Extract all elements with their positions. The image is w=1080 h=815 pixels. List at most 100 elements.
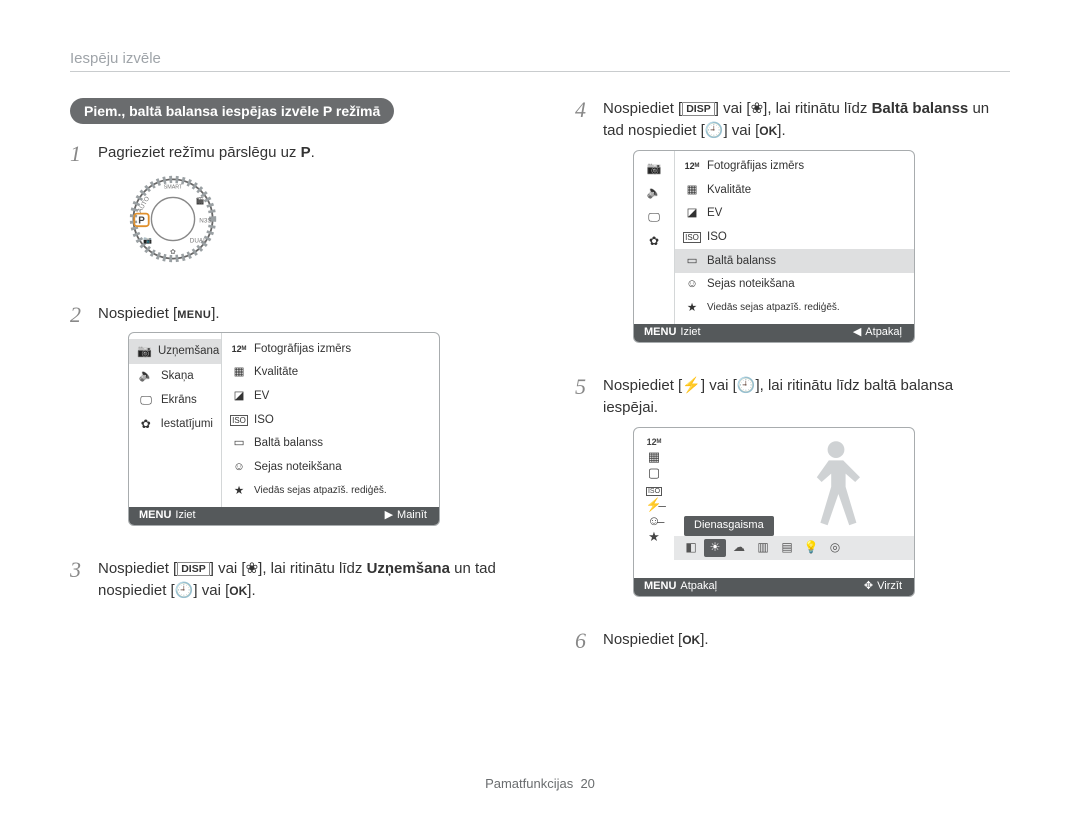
speaker-icon: 🔈 — [645, 184, 663, 201]
star-icon: ★ — [638, 530, 670, 543]
iso-icon: ISO — [638, 482, 670, 495]
gear-icon: ✿ — [645, 233, 663, 250]
lcd-menu-screen: 📷Uzņemšana 🔈Skaņa 🖵Ekrāns ✿Iestatījumi 1… — [128, 332, 440, 526]
ok-button-icon: OK — [759, 124, 777, 138]
wb-custom-icon[interactable]: ◎ — [824, 539, 846, 557]
self-timer-icon: 🕘 — [737, 377, 756, 394]
wb-fluorescent-h-icon[interactable]: ▥ — [752, 539, 774, 557]
self-timer-icon: 🕘 — [705, 122, 724, 139]
menu-item-ev[interactable]: ◪EV — [675, 202, 914, 226]
step-number: 2 — [70, 303, 84, 536]
camera-icon: 📷 — [645, 160, 663, 177]
step-4: 4 Nospiediet [DISP] vai [❀], lai ritināt… — [575, 98, 1010, 353]
svg-text:SMART: SMART — [164, 184, 183, 190]
step-number: 3 — [70, 558, 84, 602]
page-footer: Pamatfunkcijas 20 — [0, 776, 1080, 791]
menu-item-smart-face[interactable]: ★Viedās sejas atpazīš. rediģēš. — [675, 297, 914, 321]
menu-item-face-detection[interactable]: ☺Sejas noteikšana — [222, 456, 439, 480]
size-icon: 12ᴹ — [683, 158, 701, 175]
wb-auto-icon[interactable]: ◧ — [680, 539, 702, 557]
face-off-icon: ☺̶ — [638, 514, 670, 527]
mode-dial-illustration: SMART 🎬 N3S DUAL ✿ 📷 AUTO P — [128, 174, 218, 264]
wb-daylight-icon[interactable]: ☀ — [704, 539, 726, 557]
step-number: 1 — [70, 142, 84, 281]
lcd-footer: MENU Atpakaļ ✥ Virzīt — [634, 578, 914, 596]
camera-icon: 📷 — [137, 343, 152, 360]
menu-tab-display[interactable]: 🖵Ekrāns — [129, 388, 221, 412]
wb-fluorescent-l-icon[interactable]: ▤ — [776, 539, 798, 557]
step-number: 6 — [575, 629, 589, 653]
menu-item-photo-size[interactable]: 12ᴹFotogrāfijas izmērs — [222, 337, 439, 361]
ev-icon: ◪ — [683, 205, 701, 222]
iso-icon: ISO — [683, 229, 701, 246]
face-icon: ☺ — [683, 276, 701, 293]
monitor-icon: 🖵 — [645, 209, 663, 226]
menu-item-iso[interactable]: ISOISO — [675, 226, 914, 250]
ev-icon: ◪ — [230, 388, 248, 405]
menu-item-photo-size[interactable]: 12ᴹFotogrāfijas izmērs — [675, 155, 914, 179]
menu-item-smart-face[interactable]: ★Viedās sejas atpazīš. rediģēš. — [222, 479, 439, 503]
step-2: 2 Nospiediet [MENU]. 📷Uzņemšana 🔈Skaņa 🖵… — [70, 303, 505, 536]
self-timer-icon: 🕘 — [175, 582, 194, 599]
monitor-icon: 🖵 — [137, 392, 155, 409]
lcd-status-column: 12ᴹ ▦ ▢ ISO ⚡̶ ☺̶ ★ — [634, 428, 674, 578]
lcd-right-pane: 12ᴹFotogrāfijas izmērs ▦Kvalitāte ◪EV IS… — [222, 333, 439, 507]
step-number: 4 — [575, 98, 589, 353]
disp-button-icon: DISP — [177, 562, 210, 576]
svg-text:DUAL: DUAL — [190, 237, 207, 244]
menu-tab-settings[interactable]: ✿Iestatījumi — [129, 412, 221, 436]
grid-icon: ▦ — [638, 450, 670, 463]
lcd-menu-screen-wb: 📷 🔈 🖵 ✿ 12ᴹFotogrāfijas izmērs ▦Kvalitāt… — [633, 150, 915, 344]
menu-item-white-balance[interactable]: ▭Baltā balanss — [675, 249, 914, 273]
size-icon: 12ᴹ — [230, 341, 248, 358]
ok-button-icon: OK — [229, 584, 247, 598]
step-text: . — [311, 144, 315, 161]
lcd-footer: MENU Iziet ▶ Mainīt — [129, 507, 439, 525]
left-arrow-icon: ◀ — [853, 325, 861, 341]
lcd-left-pane: 📷Uzņemšana 🔈Skaņa 🖵Ekrāns ✿Iestatījumi — [129, 333, 222, 507]
menu-tab-sound[interactable]: 🔈Skaņa — [129, 364, 221, 388]
wb-icon: ▭ — [230, 435, 248, 452]
face-icon: ☺ — [230, 459, 248, 476]
menu-item-face-detection[interactable]: ☺Sejas noteikšana — [675, 273, 914, 297]
iso-icon: ISO — [230, 412, 248, 429]
lcd-left-pane: 📷 🔈 🖵 ✿ — [634, 151, 675, 325]
menu-item-ev[interactable]: ◪EV — [222, 385, 439, 409]
wb-icon: ▭ — [683, 253, 701, 270]
lcd-wb-preview-screen: 12ᴹ ▦ ▢ ISO ⚡̶ ☺̶ ★ — [633, 427, 915, 597]
grid-icon: ▦ — [683, 182, 701, 199]
macro-tulip-icon: ❀ — [246, 560, 259, 577]
menu-button-label: MENU — [177, 309, 211, 321]
wb-cloudy-icon[interactable]: ☁ — [728, 539, 750, 557]
menu-item-quality[interactable]: ▦Kvalitāte — [675, 178, 914, 202]
step-3: 3 Nospiediet [DISP] vai [❀], lai ritināt… — [70, 558, 505, 602]
step-6: 6 Nospiediet [OK]. — [575, 629, 1010, 653]
step-1: 1 Pagrieziet režīmu pārslēgu uz P. SMART… — [70, 142, 505, 281]
step-text: ]. — [211, 305, 219, 322]
grid-icon: ▦ — [230, 364, 248, 381]
flash-off-icon: ⚡̶ — [638, 498, 670, 511]
star-icon: ★ — [683, 300, 701, 317]
navigate-icon: ✥ — [864, 579, 873, 595]
menu-item-quality[interactable]: ▦Kvalitāte — [222, 361, 439, 385]
menu-item-iso[interactable]: ISOISO — [222, 408, 439, 432]
size-icon: 12ᴹ — [638, 434, 670, 447]
menu-tab-shooting[interactable]: 📷Uzņemšana — [129, 339, 221, 363]
svg-text:P: P — [138, 215, 145, 226]
wb-tungsten-icon[interactable]: 💡 — [800, 539, 822, 557]
example-title: Piem., baltā balansa iespējas izvēle P r… — [70, 98, 394, 124]
breadcrumb: Iespēju izvēle — [70, 50, 1010, 72]
step-text: Pagrieziet režīmu pārslēgu uz — [98, 144, 301, 161]
wb-value-label: Dienasgaisma — [684, 516, 774, 536]
star-icon: ★ — [230, 483, 248, 500]
step-text: Nospiediet [ — [98, 305, 177, 322]
mode-p-icon: P — [301, 144, 311, 161]
menu-tag: MENU — [139, 508, 171, 524]
flash-icon: ⚡ — [682, 377, 701, 394]
right-arrow-icon: ▶ — [385, 508, 393, 524]
step-number: 5 — [575, 375, 589, 607]
lcd-footer: MENU Iziet ◀ Atpakaļ — [634, 324, 914, 342]
gear-icon: ✿ — [137, 416, 155, 433]
speaker-icon: 🔈 — [137, 367, 155, 384]
menu-item-white-balance[interactable]: ▭Baltā balanss — [222, 432, 439, 456]
